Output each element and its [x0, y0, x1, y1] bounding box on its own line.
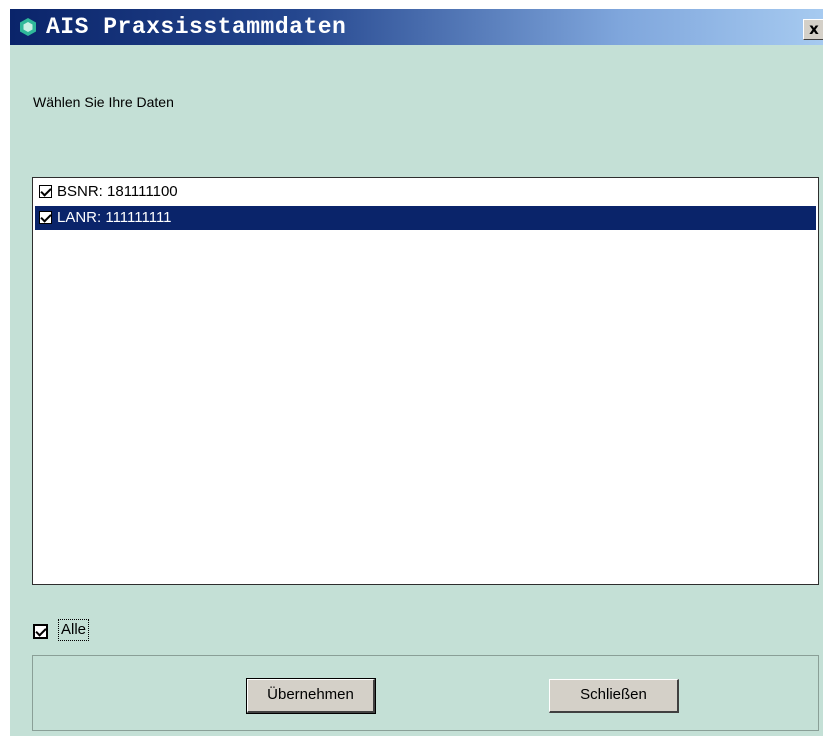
list-item-bsnr[interactable]: BSNR: 181111100 [35, 180, 816, 204]
select-all-checkbox[interactable] [33, 624, 48, 639]
instruction-label: Wählen Sie Ihre Daten [33, 94, 174, 110]
data-listbox[interactable]: BSNR: 181111100 LANR: 111111111 [32, 177, 819, 585]
close-button[interactable]: Schließen [549, 679, 679, 713]
window-title: AIS Praxsisstammdaten [46, 14, 347, 40]
title-bar[interactable]: AIS Praxsisstammdaten x [10, 9, 823, 45]
hexagon-icon [20, 18, 36, 36]
list-item-label: LANR: 111111111 [57, 209, 172, 226]
list-item-label: BSNR: 181111100 [57, 183, 178, 200]
apply-button[interactable]: Übernehmen [246, 678, 376, 714]
dialog-window: AIS Praxsisstammdaten x Wählen Sie Ihre … [10, 9, 823, 736]
select-all-label[interactable]: Alle [57, 619, 90, 641]
checkbox-checked-icon[interactable] [39, 211, 52, 224]
close-icon[interactable]: x [803, 19, 823, 40]
button-panel: Übernehmen Schließen [32, 655, 819, 731]
checkbox-checked-icon[interactable] [39, 185, 52, 198]
list-item-lanr[interactable]: LANR: 111111111 [35, 206, 816, 230]
select-all-row[interactable]: Alle [32, 619, 152, 645]
